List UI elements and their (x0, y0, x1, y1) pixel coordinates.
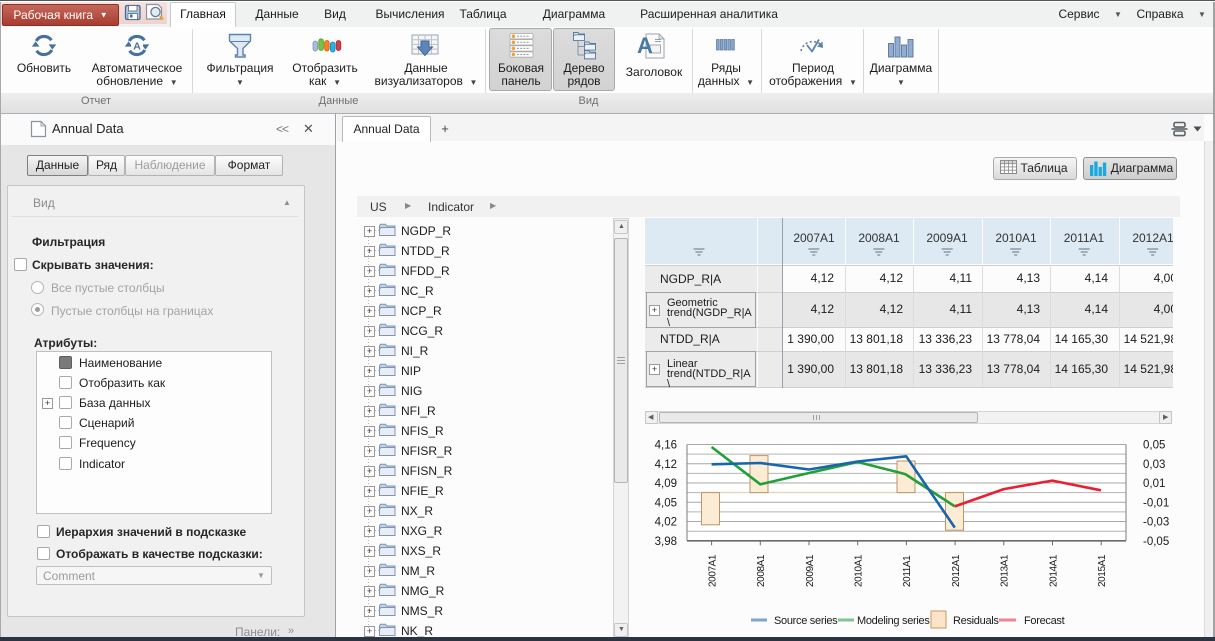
svg-text:A: A (637, 33, 653, 58)
svg-text:4,02: 4,02 (655, 517, 677, 529)
svg-text:-0,01: -0,01 (1143, 497, 1169, 509)
svg-text:-0,05: -0,05 (1143, 536, 1169, 548)
svg-text:2013A1: 2013A1 (1000, 554, 1011, 587)
svg-text:4,16: 4,16 (655, 440, 677, 452)
svg-text:4,05: 4,05 (655, 497, 677, 509)
svg-text:Forecast: Forecast (1024, 615, 1065, 627)
svg-text:Modeling series: Modeling series (857, 615, 930, 627)
svg-text:2012A1: 2012A1 (951, 554, 962, 587)
svg-text:2008A1: 2008A1 (756, 554, 767, 587)
svg-text:Source series: Source series (774, 615, 838, 627)
svg-text:0,05: 0,05 (1143, 440, 1165, 452)
svg-text:2009A1: 2009A1 (805, 554, 816, 587)
svg-text:0,03: 0,03 (1143, 459, 1165, 471)
svg-text:4,12: 4,12 (655, 459, 677, 471)
svg-text:0,01: 0,01 (1143, 478, 1165, 490)
svg-text:2015A1: 2015A1 (1097, 554, 1108, 587)
svg-text:2014A1: 2014A1 (1048, 554, 1059, 587)
svg-text:2010A1: 2010A1 (854, 554, 865, 587)
svg-text:2011A1: 2011A1 (902, 555, 913, 587)
svg-text:Residuals: Residuals (953, 615, 999, 627)
svg-text:2007A1: 2007A1 (707, 554, 718, 587)
svg-text:A: A (133, 41, 141, 53)
svg-text:3,98: 3,98 (655, 536, 677, 548)
svg-text:4,09: 4,09 (655, 478, 677, 490)
svg-text:-0,03: -0,03 (1143, 517, 1169, 529)
